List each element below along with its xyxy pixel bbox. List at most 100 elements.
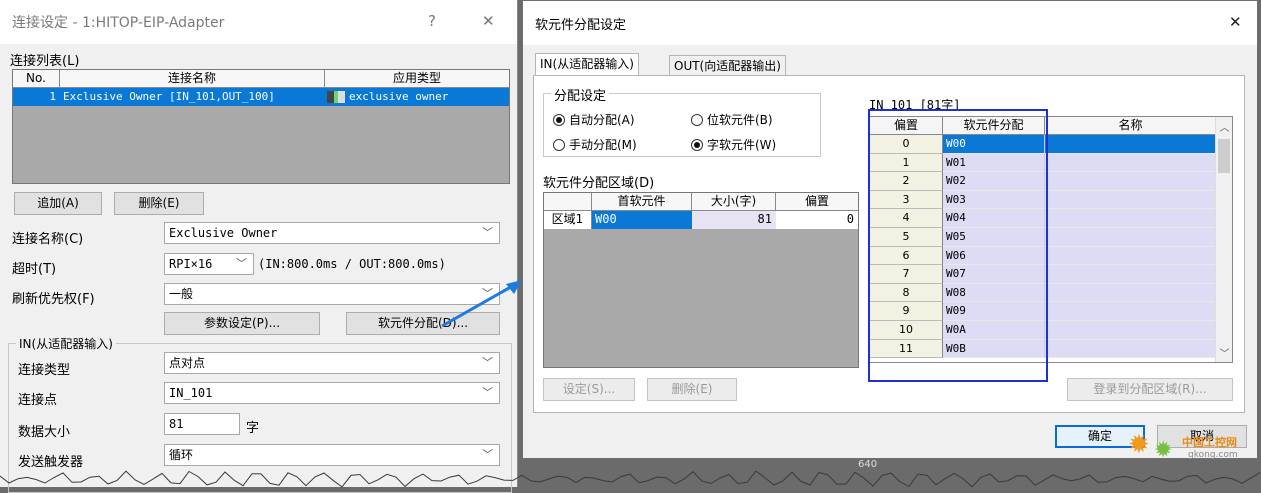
row-name[interactable] bbox=[1045, 190, 1216, 210]
conn-type-label: 连接类型 bbox=[18, 363, 71, 378]
annotation-arrow bbox=[441, 280, 522, 328]
conn-name-value: Exclusive Owner bbox=[169, 226, 278, 240]
scroll-up-icon[interactable]: ︿ bbox=[1216, 119, 1233, 134]
area-table-header: 首软元件 大小(字) 偏置 bbox=[544, 193, 858, 211]
tab-in[interactable]: IN(从适配器输入) bbox=[535, 53, 639, 77]
data-size-value: 81 bbox=[169, 417, 184, 431]
timeout-value: RPI×16 bbox=[169, 257, 213, 271]
chevron-down-icon: ﹀ bbox=[482, 226, 493, 239]
row-name[interactable] bbox=[1045, 246, 1216, 266]
priority-value: 一般 bbox=[169, 287, 194, 301]
data-size-unit: 字 bbox=[246, 421, 260, 436]
row-name[interactable] bbox=[1045, 172, 1216, 191]
timeout-detail: (IN:800.0ms / OUT:800.0ms) bbox=[258, 257, 446, 271]
param-settings-button[interactable]: 参数设定(P)... bbox=[164, 312, 320, 335]
conn-list-label: 连接列表(L) bbox=[10, 54, 80, 69]
help-button[interactable]: ? bbox=[428, 12, 436, 30]
conn-point-combo[interactable]: IN_101 ﹀ bbox=[164, 382, 500, 404]
area-name: 区域1 bbox=[544, 211, 592, 229]
alloc-group-title: 分配设定 bbox=[551, 85, 610, 104]
row-name[interactable] bbox=[1045, 135, 1216, 154]
tab-out[interactable]: OUT(向适配器输出) bbox=[669, 55, 786, 77]
col-area bbox=[544, 193, 592, 210]
chevron-down-icon: ﹀ bbox=[482, 448, 493, 461]
col-size[interactable]: 大小(字) bbox=[692, 193, 776, 210]
col-start-device[interactable]: 首软元件 bbox=[592, 193, 692, 210]
priority-label: 刷新优先权(F) bbox=[12, 292, 95, 307]
radio-dot bbox=[553, 138, 565, 151]
data-size-label: 数据大小 bbox=[18, 425, 71, 440]
conn-type-combo[interactable]: 点对点 ﹀ bbox=[164, 352, 500, 374]
register-area-button[interactable]: 登录到分配区域(R)... bbox=[1067, 378, 1233, 401]
area-label: 软元件分配区域(D) bbox=[543, 176, 655, 191]
right-dialog-title: 软元件分配设定 bbox=[535, 17, 627, 33]
table-row[interactable]: 区域1 W00 81 0 bbox=[544, 211, 858, 229]
radio-auto-alloc[interactable]: 自动分配(A) bbox=[553, 111, 635, 128]
allocation-area-table[interactable]: 首软元件 大小(字) 偏置 区域1 W00 81 0 bbox=[543, 192, 859, 368]
row-name[interactable] bbox=[1045, 339, 1216, 359]
trigger-combo[interactable]: 循环 ﹀ bbox=[164, 444, 500, 466]
watermark-line1: 中国工控网 bbox=[1182, 436, 1237, 449]
conn-list-header: No. 连接名称 应用类型 bbox=[13, 70, 509, 88]
chevron-down-icon: ﹀ bbox=[482, 356, 493, 369]
row-name[interactable] bbox=[1045, 227, 1216, 247]
row-name[interactable] bbox=[1045, 302, 1216, 321]
col-app-type[interactable]: 应用类型 bbox=[325, 70, 509, 87]
left-dialog-title: 连接设定 - 1:HITOP-EIP-Adapter bbox=[12, 15, 225, 31]
torn-edge bbox=[0, 470, 1261, 487]
radio-bit-device[interactable]: 位软元件(B) bbox=[691, 111, 773, 128]
timeout-label: 超时(T) bbox=[12, 262, 57, 277]
row-name[interactable] bbox=[1045, 209, 1216, 228]
scrollbar[interactable]: ︿ ﹀ bbox=[1215, 117, 1232, 362]
col-offset[interactable]: 偏置 bbox=[776, 193, 858, 210]
conn-type-value: 点对点 bbox=[169, 356, 206, 370]
data-size-input[interactable]: 81 bbox=[164, 413, 240, 435]
gear-icon: ✹ bbox=[1154, 438, 1173, 463]
row-conn-name: Exclusive Owner [IN_101,OUT_100] bbox=[63, 90, 275, 103]
set-button[interactable]: 设定(S)... bbox=[543, 378, 635, 401]
row-name[interactable] bbox=[1045, 265, 1216, 284]
conn-point-label: 连接点 bbox=[18, 393, 58, 408]
row-name[interactable] bbox=[1045, 320, 1216, 340]
radio-dot bbox=[691, 113, 703, 126]
delete-connection-button[interactable]: 删除(E) bbox=[114, 192, 204, 215]
chevron-down-icon: ﹀ bbox=[482, 386, 493, 399]
radio-label: 自动分配(A) bbox=[569, 113, 635, 127]
scroll-down-icon[interactable]: ﹀ bbox=[1216, 345, 1233, 360]
radio-manual-alloc[interactable]: 手动分配(M) bbox=[553, 136, 637, 153]
conn-point-value: IN_101 bbox=[169, 386, 213, 400]
row-app-type: exclusive owner bbox=[349, 90, 449, 103]
radio-label: 手动分配(M) bbox=[569, 138, 637, 152]
timeout-combo[interactable]: RPI×16 ﹀ bbox=[164, 253, 254, 275]
delete-area-button[interactable]: 删除(E) bbox=[647, 378, 737, 401]
conn-name-label: 连接名称(C) bbox=[12, 232, 84, 247]
connection-list[interactable]: No. 连接名称 应用类型 1 Exclusive Owner [IN_101,… bbox=[12, 69, 510, 184]
row-no: 1 bbox=[49, 90, 56, 103]
row-name[interactable] bbox=[1045, 153, 1216, 173]
table-row[interactable]: 1 Exclusive Owner [IN_101,OUT_100] exclu… bbox=[13, 88, 509, 106]
left-titlebar: 连接设定 - 1:HITOP-EIP-Adapter ? ✕ bbox=[0, 0, 517, 44]
conn-name-combo[interactable]: Exclusive Owner ﹀ bbox=[164, 222, 500, 244]
scroll-thumb[interactable] bbox=[1218, 139, 1230, 173]
area-size: 81 bbox=[692, 211, 776, 229]
right-titlebar: 软元件分配设定 ✕ bbox=[523, 1, 1257, 45]
radio-label: 位软元件(B) bbox=[707, 113, 773, 127]
highlight-box bbox=[868, 109, 1048, 382]
col-no[interactable]: No. bbox=[13, 70, 60, 87]
col-name[interactable]: 名称 bbox=[1045, 117, 1216, 134]
gear-icon: ✹ bbox=[1128, 430, 1150, 460]
row-name[interactable] bbox=[1045, 283, 1216, 303]
close-icon[interactable]: ✕ bbox=[1229, 13, 1242, 31]
chevron-down-icon: ﹀ bbox=[236, 257, 247, 270]
radio-word-device[interactable]: 字软元件(W) bbox=[691, 136, 776, 153]
connection-settings-dialog: 连接设定 - 1:HITOP-EIP-Adapter ? ✕ 连接列表(L) N… bbox=[0, 0, 518, 493]
app-type-icon bbox=[327, 91, 345, 103]
col-conn-name[interactable]: 连接名称 bbox=[60, 70, 325, 87]
radio-dot bbox=[553, 113, 565, 126]
radio-label: 字软元件(W) bbox=[707, 138, 777, 152]
add-button[interactable]: 追加(A) bbox=[14, 192, 102, 215]
radio-dot bbox=[691, 138, 703, 151]
close-icon[interactable]: ✕ bbox=[482, 12, 495, 30]
area-start: W00 bbox=[592, 211, 692, 229]
watermark-line2: gkong.com bbox=[1188, 450, 1238, 460]
